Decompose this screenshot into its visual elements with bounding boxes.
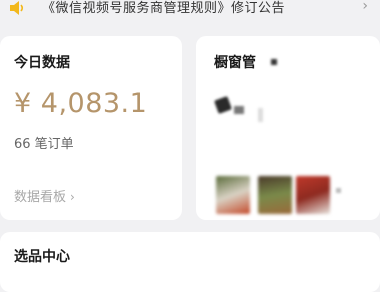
- selection-center-title: 选品中心: [14, 249, 70, 265]
- window-card-title-text: 橱窗管: [214, 55, 256, 71]
- product-thumbnail-1[interactable]: [216, 176, 250, 214]
- product-thumbnail-2[interactable]: [258, 176, 292, 214]
- notice-banner[interactable]: 《微信视频号服务商管理规则》修订公告 ›: [0, 0, 380, 22]
- blurred-more-mark: [336, 188, 341, 193]
- blurred-shop-detail: [258, 108, 263, 122]
- blurred-shop-name: [234, 106, 244, 114]
- product-thumbnail-3[interactable]: [296, 176, 330, 214]
- chevron-right-icon: ›: [70, 190, 75, 204]
- today-data-title: 今日数据: [14, 55, 70, 71]
- today-data-card[interactable]: 今日数据 ¥ 4,083.1 66 笔订单 数据看板 ›: [0, 36, 182, 220]
- blurred-title-mark: [270, 59, 277, 65]
- blurred-shop-icon: [214, 96, 232, 114]
- dashboard-link-label[interactable]: 数据看板: [14, 190, 66, 205]
- window-management-card[interactable]: 橱窗管: [196, 36, 380, 220]
- dashboard-link[interactable]: 数据看板 ›: [14, 186, 75, 205]
- today-orders: 66 笔订单: [14, 137, 74, 152]
- selection-center-card[interactable]: 选品中心: [0, 232, 380, 292]
- notice-arrow-icon[interactable]: ›: [362, 0, 368, 14]
- speaker-icon: [10, 1, 24, 15]
- notice-text[interactable]: 《微信视频号服务商管理规则》修订公告: [42, 0, 285, 16]
- window-card-title: 橱窗管: [214, 52, 277, 72]
- today-amount: ¥ 4,083.1: [14, 88, 148, 119]
